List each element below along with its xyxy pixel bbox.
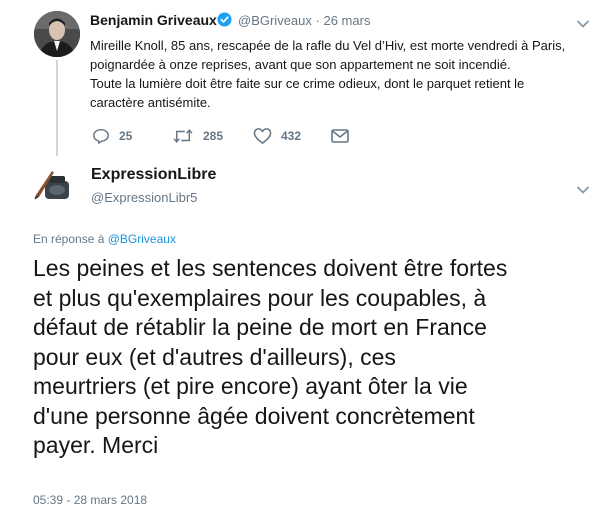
parent-tweet-text: Mireille Knoll, 85 ans, rescapée de la r… <box>90 36 600 112</box>
in-reply-to: En réponse à @BGriveaux <box>33 232 176 246</box>
parent-handle[interactable]: @BGriveaux <box>238 13 312 28</box>
reply-author-name[interactable]: ExpressionLibre <box>91 166 216 184</box>
dot-separator: · <box>315 13 320 28</box>
like-action[interactable]: 432 <box>253 126 301 146</box>
reply-action[interactable]: 25 <box>92 126 132 146</box>
tweet-text-line: caractère antisémite. <box>90 95 211 110</box>
parent-handle-and-date[interactable]: @BGriveaux · 26 mars <box>238 13 370 28</box>
retweet-count: 285 <box>203 129 224 143</box>
like-icon[interactable] <box>253 127 272 145</box>
parent-author-name[interactable]: Benjamin Griveaux <box>90 12 217 28</box>
reply-icon[interactable] <box>92 127 110 145</box>
author-avatar[interactable] <box>34 11 80 57</box>
like-count: 432 <box>281 129 302 143</box>
chevron-down-icon[interactable] <box>577 15 589 28</box>
retweet-icon[interactable] <box>172 127 194 145</box>
reply-author-avatar[interactable] <box>32 165 78 211</box>
reply-tweet-text: Les peines et les sentences doivent être… <box>33 255 508 458</box>
verified-icon <box>217 12 232 27</box>
tweet-text-line: poignardée à onze reprises, avant que so… <box>90 57 511 72</box>
tweet-text-line: Toute la lumière doit être faite sur ce … <box>90 76 525 91</box>
tweet-text-line: Mireille Knoll, 85 ans, rescapée de la r… <box>90 38 566 53</box>
reply-handle[interactable]: @ExpressionLibr5 <box>91 190 197 205</box>
thread-connector-line <box>56 60 58 156</box>
in-reply-prefix: En réponse à <box>33 232 105 246</box>
reply-count: 25 <box>119 129 133 143</box>
retweet-action[interactable]: 285 <box>172 126 223 146</box>
reply-timestamp[interactable]: 05:39 - 28 mars 2018 <box>33 493 147 507</box>
parent-date[interactable]: 26 mars <box>323 13 370 28</box>
chevron-down-icon[interactable] <box>577 181 589 194</box>
in-reply-handle-link[interactable]: @BGriveaux <box>108 232 176 246</box>
dm-action[interactable] <box>331 126 349 146</box>
dm-icon[interactable] <box>331 128 349 144</box>
